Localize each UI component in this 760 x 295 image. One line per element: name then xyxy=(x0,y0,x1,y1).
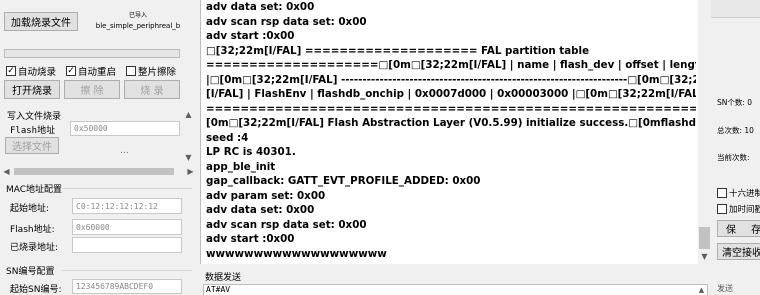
checkbox-box[interactable] xyxy=(717,188,727,198)
log-line: seed :4 xyxy=(206,131,249,144)
write-file-title: 写入文件烧录 xyxy=(7,112,62,122)
mac-flash-addr-input[interactable]: 0x60000 xyxy=(72,219,182,235)
log-line: ========================================… xyxy=(206,102,696,115)
log-line: gap_callback: GATT_EVT_PROFILE_ADDED: 0x… xyxy=(206,175,481,187)
left-vertical-scrollbar[interactable]: ▲ ▼ xyxy=(182,108,195,164)
progress-bar xyxy=(4,49,180,58)
checkbox-label: 自动烧录 xyxy=(18,67,57,78)
checkbox-box[interactable] xyxy=(126,66,136,76)
log-line: adv start :0x00 xyxy=(206,30,295,42)
log-line: ====================□[0m□[32;22m[I/FAL] … xyxy=(206,59,696,71)
log-line: adv start :0x00 xyxy=(206,233,295,245)
sn-start-input[interactable]: 123456789ABCDEF0 xyxy=(72,279,182,294)
erase-button[interactable]: 擦 除 xyxy=(64,80,120,99)
checkbox-label: 加时间戳 xyxy=(729,205,760,215)
start-addr-input[interactable]: C0:12:12:12:12:12 xyxy=(72,198,182,214)
burn-button[interactable]: 烧 录 xyxy=(124,80,180,99)
log-line: [I/FAL] | FlashEnv | flashdb_onchip | 0x… xyxy=(206,88,696,100)
log-lines: adv data set: 0x00 adv scan rsp data set… xyxy=(206,0,696,261)
burned-addr-label: 已烧录地址: xyxy=(10,243,59,253)
left-panel: 加载烧录文件 已导入 ble_simple_periphreal_b ✓ 自动烧… xyxy=(0,0,197,295)
log-vertical-scrollbar[interactable] xyxy=(698,0,711,264)
mac-config-title: MAC地址配置 xyxy=(6,185,63,195)
burned-addr-input[interactable] xyxy=(72,237,182,253)
divider xyxy=(62,188,192,189)
send-data-input[interactable]: AT#AV xyxy=(203,284,708,295)
log-line: LP RC is 40301. xyxy=(206,146,296,158)
divider xyxy=(62,270,192,271)
scroll-right-icon[interactable]: ▶ xyxy=(184,165,197,177)
scroll-thumb[interactable] xyxy=(14,168,174,175)
load-burn-file-button[interactable]: 加载烧录文件 xyxy=(4,12,78,31)
checkbox-box[interactable] xyxy=(717,204,727,214)
checkbox-label: 整片擦除 xyxy=(138,67,177,78)
file-path-text: ... xyxy=(120,146,129,156)
checkbox-box[interactable]: ✓ xyxy=(66,66,76,76)
log-line: adv param set: 0x00 xyxy=(206,189,326,202)
loaded-status: 已导入 xyxy=(128,12,147,19)
current-count-label: 当前次数: xyxy=(717,153,750,162)
log-line: adv scan rsp data set: 0x00 xyxy=(206,218,367,231)
full-erase-checkbox[interactable]: 整片擦除 xyxy=(126,64,176,78)
loaded-file-name: ble_simple_periphreal_b xyxy=(95,22,181,30)
timestamp-checkbox[interactable]: 加时间戳 xyxy=(717,203,760,215)
start-addr-label: 起始地址: xyxy=(10,204,50,214)
log-line: app_ble_init xyxy=(206,160,276,173)
right-panel-header xyxy=(711,0,760,18)
log-line: □[32;22m[I/FAL] ==================== FAL… xyxy=(206,44,590,57)
save-button[interactable]: 保 存 xyxy=(717,220,760,237)
total-count-label: 总次数: 10 xyxy=(717,126,754,135)
scroll-left-icon[interactable]: ◀ xyxy=(0,165,13,177)
select-file-button[interactable]: 选择文件 xyxy=(5,137,59,154)
log-line: adv scan rsp data set: 0x00 xyxy=(206,15,367,28)
right-panel: SN个数: 0 总次数: 10 当前次数: 十六进制 加时间戳 保 存 清空接收… xyxy=(711,0,760,295)
sn-count-label: SN个数: 0 xyxy=(717,98,753,107)
auto-burn-checkbox[interactable]: ✓ 自动烧录 xyxy=(6,64,56,78)
log-line: adv data set: 0x00 xyxy=(206,204,315,216)
hex-display-checkbox[interactable]: 十六进制 xyxy=(717,187,760,199)
scroll-up-icon[interactable]: ▲ xyxy=(696,285,707,295)
checkbox-label: 十六进制 xyxy=(729,189,760,199)
flash-addr-label: Flash地址 xyxy=(10,126,56,136)
mac-flash-addr-label: Flash地址: xyxy=(10,225,55,235)
send-button[interactable]: 发送 xyxy=(717,283,733,294)
log-line: adv data set: 0x00 xyxy=(206,1,315,13)
log-line: [0m□[32;22m[I/FAL] Flash Abstraction Lay… xyxy=(206,117,696,129)
scroll-down-icon[interactable]: ▼ xyxy=(182,151,195,164)
log-line: |□[0m□[32;22m[I/FAL] -------------------… xyxy=(206,73,696,86)
log-scroll-thumb[interactable] xyxy=(699,227,710,249)
sn-config-title: SN编号配置 xyxy=(6,267,55,277)
auto-reset-checkbox[interactable]: ✓ 自动重启 xyxy=(66,64,116,78)
receive-log-area[interactable]: adv data set: 0x00 adv scan rsp data set… xyxy=(200,0,698,264)
send-data-title: 数据发送 xyxy=(205,273,242,283)
flash-addr-input[interactable]: 0x50000 xyxy=(70,121,180,136)
sn-start-label: 起始SN编号: xyxy=(10,285,62,295)
scroll-down-icon[interactable]: ▼ xyxy=(698,250,711,263)
scroll-up-icon[interactable]: ▲ xyxy=(182,108,195,121)
checkbox-label: 自动重启 xyxy=(78,67,117,78)
log-line: wwwwwwwwwwwwwwwwwww xyxy=(206,247,387,260)
loaded-file-info: 已导入 ble_simple_periphreal_b xyxy=(82,11,194,31)
clear-receive-button[interactable]: 清空接收 xyxy=(717,243,760,260)
open-burn-button[interactable]: 打开烧录 xyxy=(4,80,60,99)
checkbox-box[interactable]: ✓ xyxy=(6,66,16,76)
